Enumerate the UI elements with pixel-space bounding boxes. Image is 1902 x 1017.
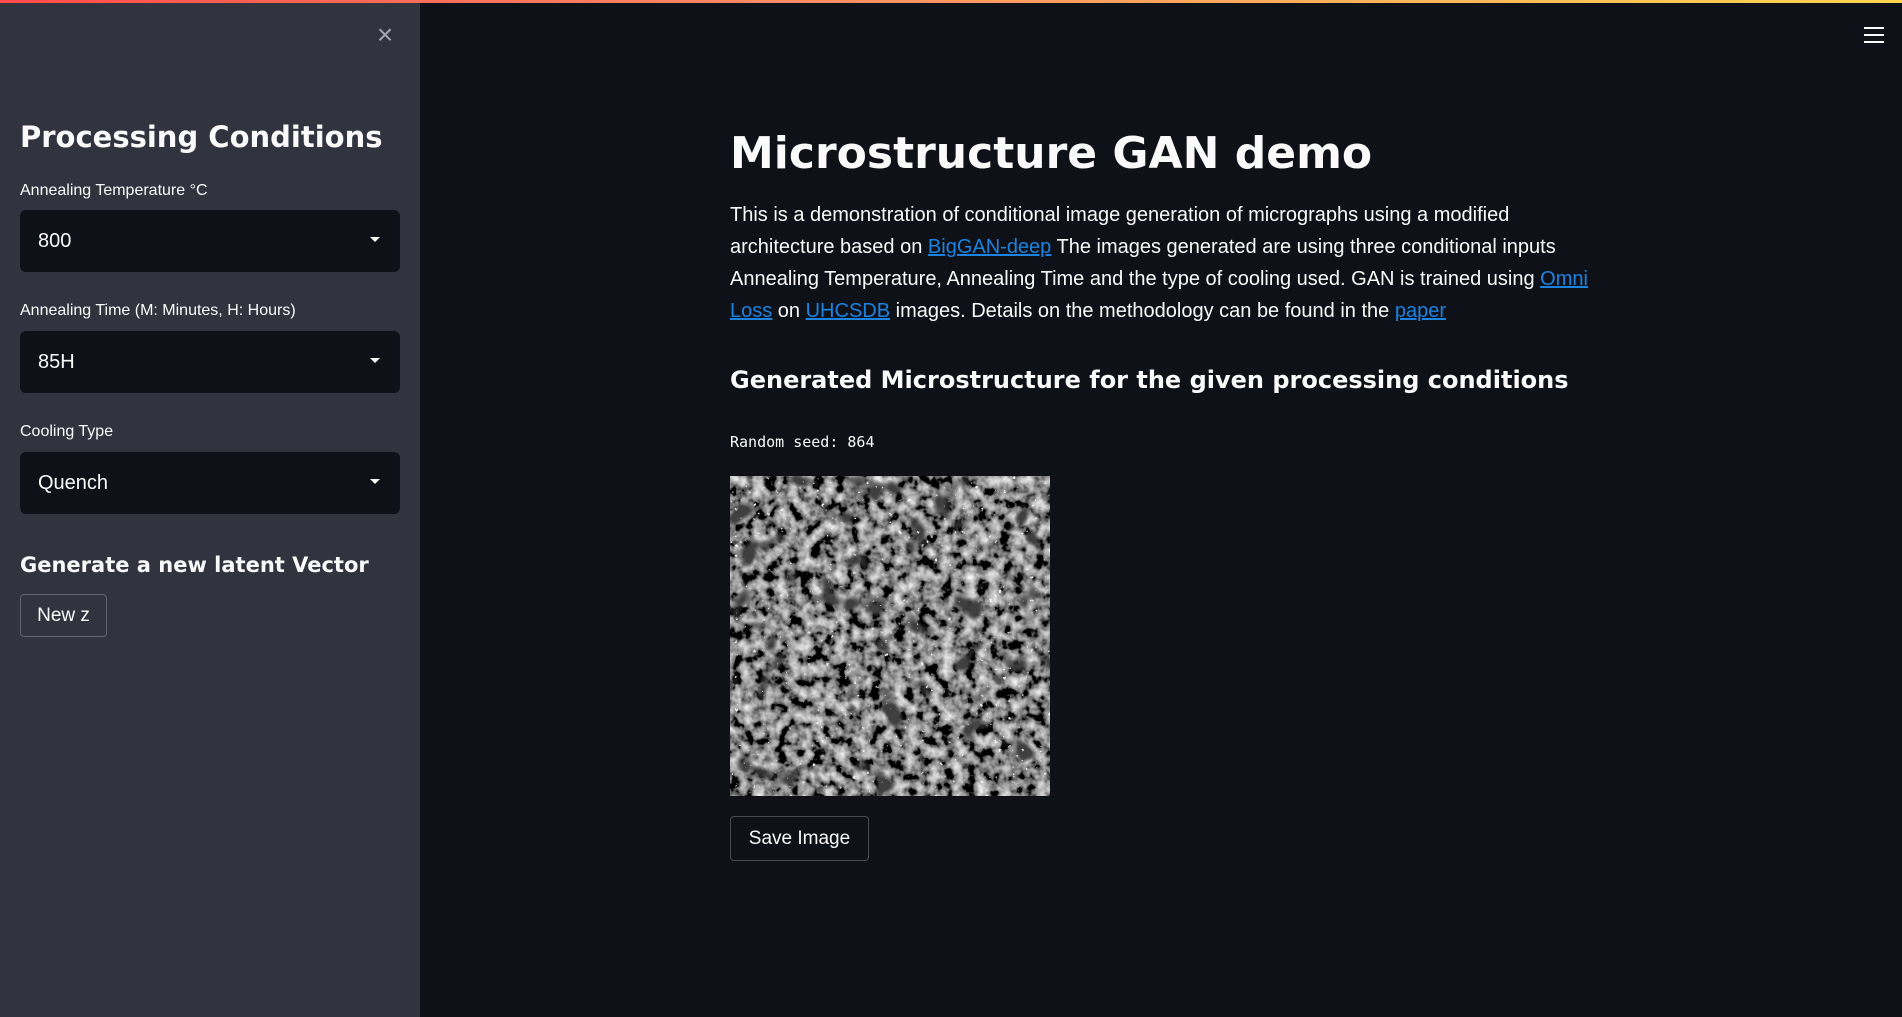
intro-text-4: images. Details on the methodology can b… <box>890 300 1395 322</box>
new-z-button[interactable]: New z <box>20 594 107 637</box>
cooling-value: Quench <box>38 471 109 494</box>
main-menu-button[interactable] <box>1864 26 1884 44</box>
cooling-select[interactable]: Quench <box>20 452 400 514</box>
chevron-down-icon <box>370 237 380 242</box>
time-select[interactable]: 85H <box>20 331 400 393</box>
close-icon: × <box>376 19 394 50</box>
temperature-select[interactable]: 800 <box>20 210 400 272</box>
latent-vector-heading: Generate a new latent Vector <box>20 553 369 577</box>
top-decoration-bar <box>0 0 1902 3</box>
paper-link[interactable]: paper <box>1395 300 1446 322</box>
random-seed-text: Random seed: 864 <box>730 433 875 451</box>
chevron-down-icon <box>370 358 380 363</box>
temperature-value: 800 <box>38 229 72 252</box>
time-label: Annealing Time (M: Minutes, H: Hours) <box>20 302 296 319</box>
sidebar-title: Processing Conditions <box>20 120 383 154</box>
temperature-label: Annealing Temperature °C <box>20 182 208 199</box>
intro-text-3: on <box>772 300 806 322</box>
uhcsdb-link[interactable]: UHCSDB <box>806 300 890 322</box>
save-image-button[interactable]: Save Image <box>730 816 869 861</box>
cooling-label: Cooling Type <box>20 423 114 440</box>
sidebar: × Processing Conditions Annealing Temper… <box>0 0 420 1017</box>
close-sidebar-button[interactable]: × <box>372 19 398 50</box>
page-title: Microstructure GAN demo <box>730 128 1373 179</box>
generated-micrograph-image <box>730 476 1050 796</box>
intro-paragraph: This is a demonstration of conditional i… <box>730 199 1600 327</box>
biggan-deep-link[interactable]: BigGAN-deep <box>928 236 1051 258</box>
time-value: 85H <box>38 350 75 373</box>
chevron-down-icon <box>370 479 380 484</box>
section-heading: Generated Microstructure for the given p… <box>730 366 1569 394</box>
